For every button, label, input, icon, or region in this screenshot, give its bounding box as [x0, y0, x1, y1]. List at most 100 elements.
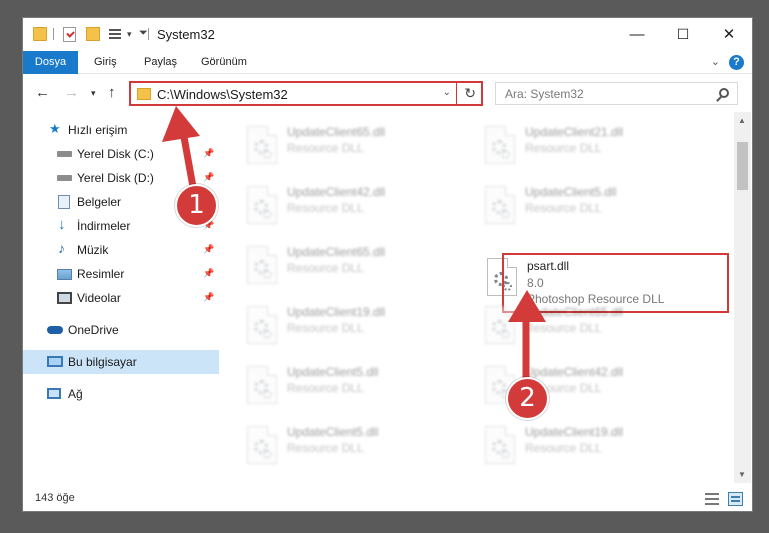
star-icon: ★ [49, 121, 61, 136]
large-icons-view-icon[interactable] [728, 492, 743, 506]
file-name: UpdateClient5.dll [287, 365, 379, 379]
status-bar: 143 öğe [23, 488, 752, 511]
new-folder-icon[interactable] [86, 27, 100, 41]
file-description: Resource DLL [287, 201, 364, 215]
nav-label: Hızlı erişim [68, 123, 128, 137]
step-2-badge: 2 [506, 377, 549, 420]
file-name: UpdateClient65.dll [287, 125, 386, 139]
expand-ribbon-icon[interactable]: ⌄ [711, 55, 720, 68]
nav-label: Resimler [77, 267, 125, 281]
pin-icon[interactable]: 📌 [203, 148, 214, 159]
item-count: 143 öğe [35, 492, 75, 504]
help-icon[interactable]: ? [729, 55, 744, 70]
file-item[interactable]: UpdateClient5.dll Resource DLL [241, 362, 461, 416]
pin-icon[interactable]: 📌 [203, 292, 214, 303]
dll-file-icon [247, 306, 277, 344]
nav-local-disk-c[interactable]: Yerel Disk (C:) 📌 [23, 142, 219, 166]
download-icon: ↓ [58, 216, 66, 233]
nav-network[interactable]: Ağ [23, 382, 219, 406]
file-item[interactable]: UpdateClient5.dll Resource DLL [241, 422, 461, 476]
details-view-icon[interactable] [705, 493, 719, 505]
nav-pictures[interactable]: Resimler 📌 [23, 262, 219, 286]
chevron-down-icon[interactable]: ▾ [127, 29, 132, 40]
maximize-button[interactable]: ☐ [660, 18, 706, 51]
file-description: Resource DLL [287, 141, 364, 155]
chevron-down-icon[interactable]: ⌄ [443, 87, 451, 98]
file-description: Resource DLL [287, 441, 364, 455]
tab-share[interactable]: Paylaş [136, 51, 185, 74]
file-item[interactable]: UpdateClient19.dll Resource DLL [479, 422, 699, 476]
folder-icon [137, 88, 151, 100]
search-input[interactable]: Ara: System32 [495, 82, 738, 105]
dll-file-icon [247, 186, 277, 224]
nav-label: İndirmeler [77, 219, 131, 233]
file-description: Resource DLL [287, 321, 364, 335]
file-description: Resource DLL [525, 201, 602, 215]
customize-toolbar-icon[interactable]: ⏷ [139, 27, 148, 40]
file-name: UpdateClient65.dll [287, 245, 386, 259]
view-icon[interactable] [109, 27, 123, 41]
scrollbar-thumb[interactable] [737, 142, 748, 190]
address-path[interactable]: C:\Windows\System32 [157, 87, 288, 102]
file-description: Resource DLL [525, 141, 602, 155]
file-item[interactable]: UpdateClient65.dll Resource DLL [479, 302, 699, 356]
close-button[interactable]: ✕ [706, 18, 752, 51]
file-name: UpdateClient42.dll [525, 365, 624, 379]
pin-icon[interactable]: 📌 [203, 244, 214, 255]
refresh-icon[interactable]: ↻ [464, 85, 476, 102]
nav-label: Belgeler [77, 195, 122, 209]
navigation-bar: ← → ▾ ↑ C:\Windows\System32 ⌄ ↻ Ara: Sys… [23, 74, 752, 112]
file-item[interactable]: UpdateClient42.dll Resource DLL [241, 182, 461, 236]
file-item[interactable]: UpdateClient65.dll Resource DLL [241, 242, 461, 296]
minimize-button[interactable]: — [614, 18, 660, 51]
address-bar[interactable]: C:\Windows\System32 ⌄ ↻ [129, 81, 483, 106]
file-name: UpdateClient65.dll [525, 305, 624, 319]
file-item[interactable]: UpdateClient21.dll Resource DLL [479, 122, 699, 176]
drive-icon [57, 175, 72, 181]
music-icon: ♪ [58, 240, 65, 256]
dll-file-icon [485, 426, 515, 464]
file-description: Resource DLL [287, 261, 364, 275]
file-item[interactable]: UpdateClient19.dll Resource DLL [241, 302, 461, 356]
folder-icon[interactable] [33, 27, 47, 41]
dll-file-icon [485, 126, 515, 164]
file-description: Resource DLL [525, 441, 602, 455]
toolbar-separator [148, 28, 149, 40]
file-item[interactable]: UpdateClient65.dll Resource DLL [241, 122, 461, 176]
file-name: UpdateClient19.dll [287, 305, 386, 319]
recent-locations-icon[interactable]: ▾ [91, 88, 96, 99]
up-button[interactable]: ↑ [108, 84, 116, 101]
back-button[interactable]: ← [35, 84, 50, 101]
nav-this-pc[interactable]: Bu bilgisayar [23, 350, 219, 374]
file-name: UpdateClient21.dll [525, 125, 624, 139]
tab-home[interactable]: Giriş [86, 51, 125, 74]
nav-onedrive[interactable]: OneDrive [23, 318, 219, 342]
dll-file-icon [485, 306, 515, 344]
window-title: System32 [157, 27, 215, 42]
explorer-window: ▾ ⏷ System32 — ☐ ✕ Dosya Giriş Paylaş Gö… [22, 17, 753, 512]
tab-view[interactable]: Görünüm [193, 51, 255, 74]
file-name: UpdateClient5.dll [287, 425, 379, 439]
dll-file-icon [247, 426, 277, 464]
scroll-down-icon[interactable]: ▼ [738, 470, 746, 479]
documents-icon [58, 195, 70, 209]
pin-icon[interactable]: 📌 [203, 268, 214, 279]
pin-icon[interactable]: 📌 [203, 172, 214, 183]
properties-icon[interactable] [63, 27, 76, 42]
search-icon[interactable] [719, 88, 729, 98]
nav-label: OneDrive [68, 323, 119, 337]
nav-label: Yerel Disk (C:) [77, 147, 154, 161]
step-1-badge: 1 [175, 184, 218, 227]
file-item[interactable]: UpdateClient5.dll Resource DLL [479, 182, 699, 236]
nav-music[interactable]: ♪ Müzik 📌 [23, 238, 219, 262]
video-icon [57, 292, 72, 304]
dll-file-icon [485, 186, 515, 224]
nav-label: Bu bilgisayar [68, 355, 137, 369]
nav-quick-access[interactable]: ★ Hızlı erişim [23, 118, 219, 142]
file-name: UpdateClient5.dll [525, 185, 617, 199]
vertical-scrollbar[interactable]: ▲ ▼ [734, 112, 751, 483]
scroll-up-icon[interactable]: ▲ [738, 116, 746, 125]
ribbon-tabs: Dosya Giriş Paylaş Görünüm ⌄ ? [23, 51, 752, 105]
forward-button[interactable]: → [64, 84, 79, 101]
nav-videos[interactable]: Videolar 📌 [23, 286, 219, 310]
